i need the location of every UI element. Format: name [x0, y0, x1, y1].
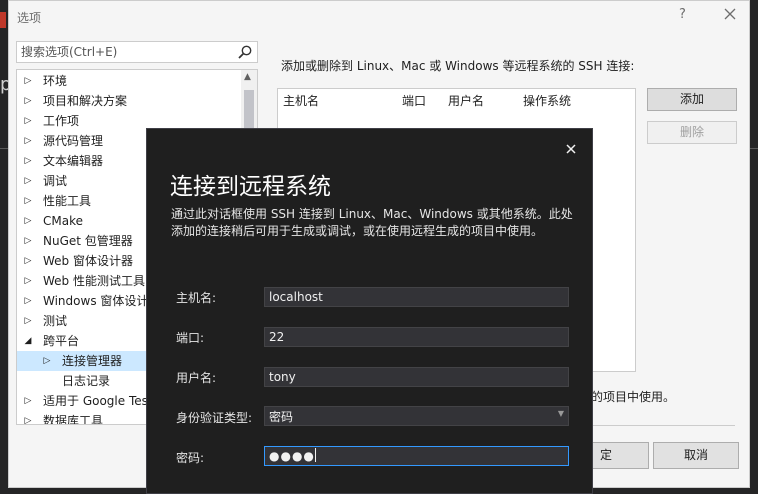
tree-item-label: 性能工具 [43, 194, 92, 208]
tree-item-label: 测试 [43, 314, 68, 328]
scroll-up-icon[interactable]: ▲ [244, 72, 251, 82]
column-header-os[interactable]: 操作系统 [523, 92, 571, 109]
password-input[interactable]: ●●●● [269, 448, 316, 463]
expand-arrow-icon[interactable]: ▷ [23, 411, 33, 424]
options-title: 选项 [17, 11, 42, 25]
ok-button-label: 定 [600, 448, 613, 462]
password-label: 密码: [176, 451, 205, 465]
auth-type-select[interactable]: 密码 ▼ [264, 406, 569, 426]
expand-arrow-icon[interactable]: ▷ [42, 351, 52, 371]
tree-item-label: 日志记录 [62, 374, 111, 388]
port-field[interactable] [264, 327, 569, 347]
tree-item-label: 文本编辑器 [43, 154, 104, 168]
tree-item-label: 调试 [43, 174, 68, 188]
close-connect-button[interactable] [561, 139, 581, 159]
column-header-user[interactable]: 用户名 [448, 92, 484, 109]
connect-dialog-title: 连接到远程系统 [170, 174, 331, 200]
column-header-port[interactable]: 端口 [402, 92, 426, 109]
user-input[interactable] [265, 368, 568, 386]
expand-arrow-icon[interactable]: ▷ [23, 171, 33, 191]
delete-connection-button[interactable]: 删除 [647, 121, 737, 144]
tree-item-label: Windows 窗体设计器 [43, 294, 161, 308]
host-input[interactable] [265, 288, 568, 306]
expand-arrow-icon[interactable]: ▷ [23, 251, 33, 271]
auth-type-label: 身份验证类型: [176, 411, 253, 425]
expanded-arrow-icon[interactable]: ◢ [23, 331, 33, 351]
password-mask: ●●●● [269, 449, 315, 463]
expand-arrow-icon[interactable]: ▷ [23, 291, 33, 311]
expand-arrow-icon[interactable]: ▷ [23, 151, 33, 171]
options-note-fragment: 的项目中使用。 [591, 390, 676, 404]
tree-item-label: 连接管理器 [62, 354, 123, 368]
close-icon [724, 8, 736, 20]
chevron-down-icon: ▼ [557, 409, 564, 418]
text-cursor [314, 448, 316, 462]
expand-arrow-icon[interactable]: ▷ [23, 91, 33, 111]
port-input[interactable] [265, 328, 568, 346]
tree-item[interactable]: ▷ 项目和解决方案 [17, 91, 243, 111]
expand-arrow-icon[interactable] [42, 371, 52, 391]
host-field[interactable] [264, 287, 569, 307]
connections-description: 添加或删除到 Linux、Mac 或 Windows 等远程系统的 SSH 连接… [281, 59, 635, 73]
close-options-button[interactable] [719, 3, 741, 25]
options-search-box [16, 41, 258, 63]
close-icon [566, 144, 576, 154]
expand-arrow-icon[interactable]: ▷ [23, 311, 33, 331]
tree-item-label: NuGet 包管理器 [43, 234, 133, 248]
expand-arrow-icon[interactable]: ▷ [23, 131, 33, 151]
connect-dialog-description: 通过此对话框使用 SSH 连接到 Linux、Mac、Windows 或其他系统… [171, 207, 573, 238]
host-label: 主机名: [176, 291, 217, 305]
tree-item[interactable]: ▷ 环境 [17, 71, 243, 91]
tree-item-label: 数据库工具 [43, 414, 104, 425]
tree-item-label: Web 性能测试工具 [43, 274, 145, 288]
expand-arrow-icon[interactable]: ▷ [23, 111, 33, 131]
auth-type-value: 密码 [269, 410, 294, 424]
password-field[interactable]: ●●●● [264, 446, 569, 466]
tree-item-label: Web 窗体设计器 [43, 254, 133, 268]
help-button[interactable]: ? [679, 7, 686, 22]
expand-arrow-icon[interactable]: ▷ [23, 271, 33, 291]
tree-item-label: 环境 [43, 74, 68, 88]
tree-item-label: 跨平台 [43, 334, 80, 348]
expand-arrow-icon[interactable]: ▷ [23, 71, 33, 91]
expand-arrow-icon[interactable]: ▷ [23, 231, 33, 251]
search-icon[interactable] [237, 44, 253, 60]
add-connection-button[interactable]: 添加 [647, 88, 737, 111]
ide-red-marker [0, 12, 6, 28]
user-label: 用户名: [176, 371, 217, 385]
cancel-button[interactable]: 取消 [653, 442, 739, 469]
options-search-input[interactable] [17, 42, 227, 62]
tree-item-label: 源代码管理 [43, 134, 104, 148]
user-field[interactable] [264, 367, 569, 387]
tree-item-label: 适用于 Google Test [43, 394, 153, 408]
port-label: 端口: [176, 331, 205, 345]
expand-arrow-icon[interactable]: ▷ [23, 191, 33, 211]
column-header-host[interactable]: 主机名 [283, 92, 319, 109]
connect-remote-dialog: 连接到远程系统 通过此对话框使用 SSH 连接到 Linux、Mac、Windo… [146, 128, 593, 494]
tree-item-label: CMake [43, 214, 83, 228]
tree-item-label: 工作项 [43, 114, 80, 128]
expand-arrow-icon[interactable]: ▷ [23, 391, 33, 411]
expand-arrow-icon[interactable]: ▷ [23, 211, 33, 231]
tree-item-label: 项目和解决方案 [43, 94, 128, 108]
